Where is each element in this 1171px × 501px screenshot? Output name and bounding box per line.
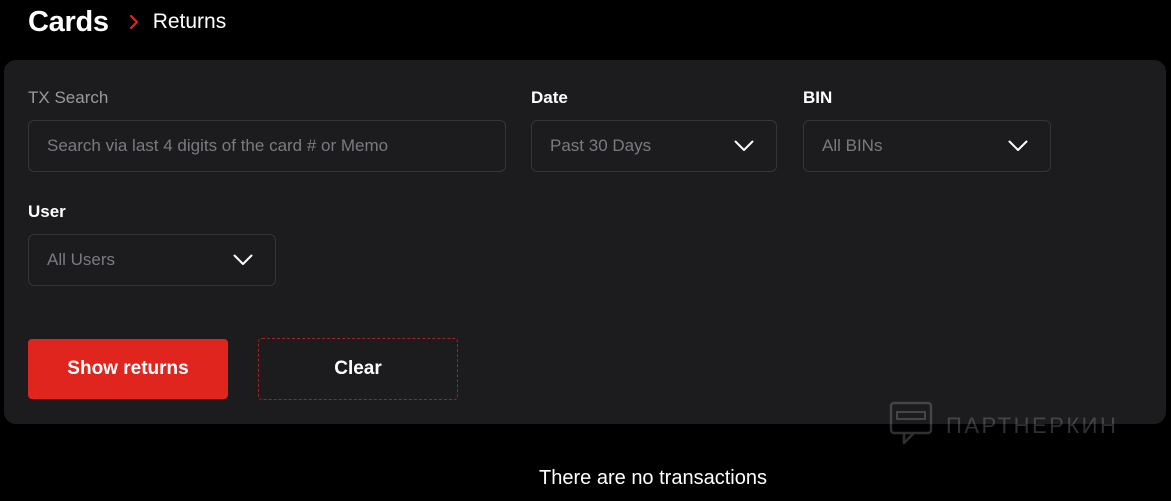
user-select[interactable]: All Users [28,234,276,286]
bin-select-value: All BINs [822,136,883,155]
watermark: ПАРТНЕРКИН [888,400,1118,451]
bin-select[interactable]: All BINs [803,120,1051,172]
chevron-down-icon [1008,140,1028,152]
bin-label: BIN [803,88,833,107]
date-label: Date [531,88,568,107]
show-returns-button[interactable]: Show returns [28,339,228,399]
date-select[interactable]: Past 30 Days [531,120,777,172]
filter-panel: TX Search Date Past 30 Days BIN All BINs… [4,60,1166,424]
breadcrumb-current-returns: Returns [152,10,227,33]
breadcrumb: Cards Returns [28,4,226,40]
clear-button[interactable]: Clear [258,338,458,400]
tx-search-label: TX Search [28,88,109,107]
watermark-text: ПАРТНЕРКИН [946,412,1119,438]
tx-search-input[interactable] [47,136,483,156]
chevron-down-icon [233,254,253,266]
user-label: User [28,202,66,221]
breadcrumb-root-cards[interactable]: Cards [28,6,109,39]
chevron-down-icon [734,140,754,152]
tx-search-field[interactable] [28,120,506,172]
empty-state-message: There are no transactions [539,467,767,489]
date-select-value: Past 30 Days [550,136,652,155]
user-select-value: All Users [47,250,116,269]
chevron-right-icon [129,14,139,30]
watermark-logo-icon [888,400,934,451]
